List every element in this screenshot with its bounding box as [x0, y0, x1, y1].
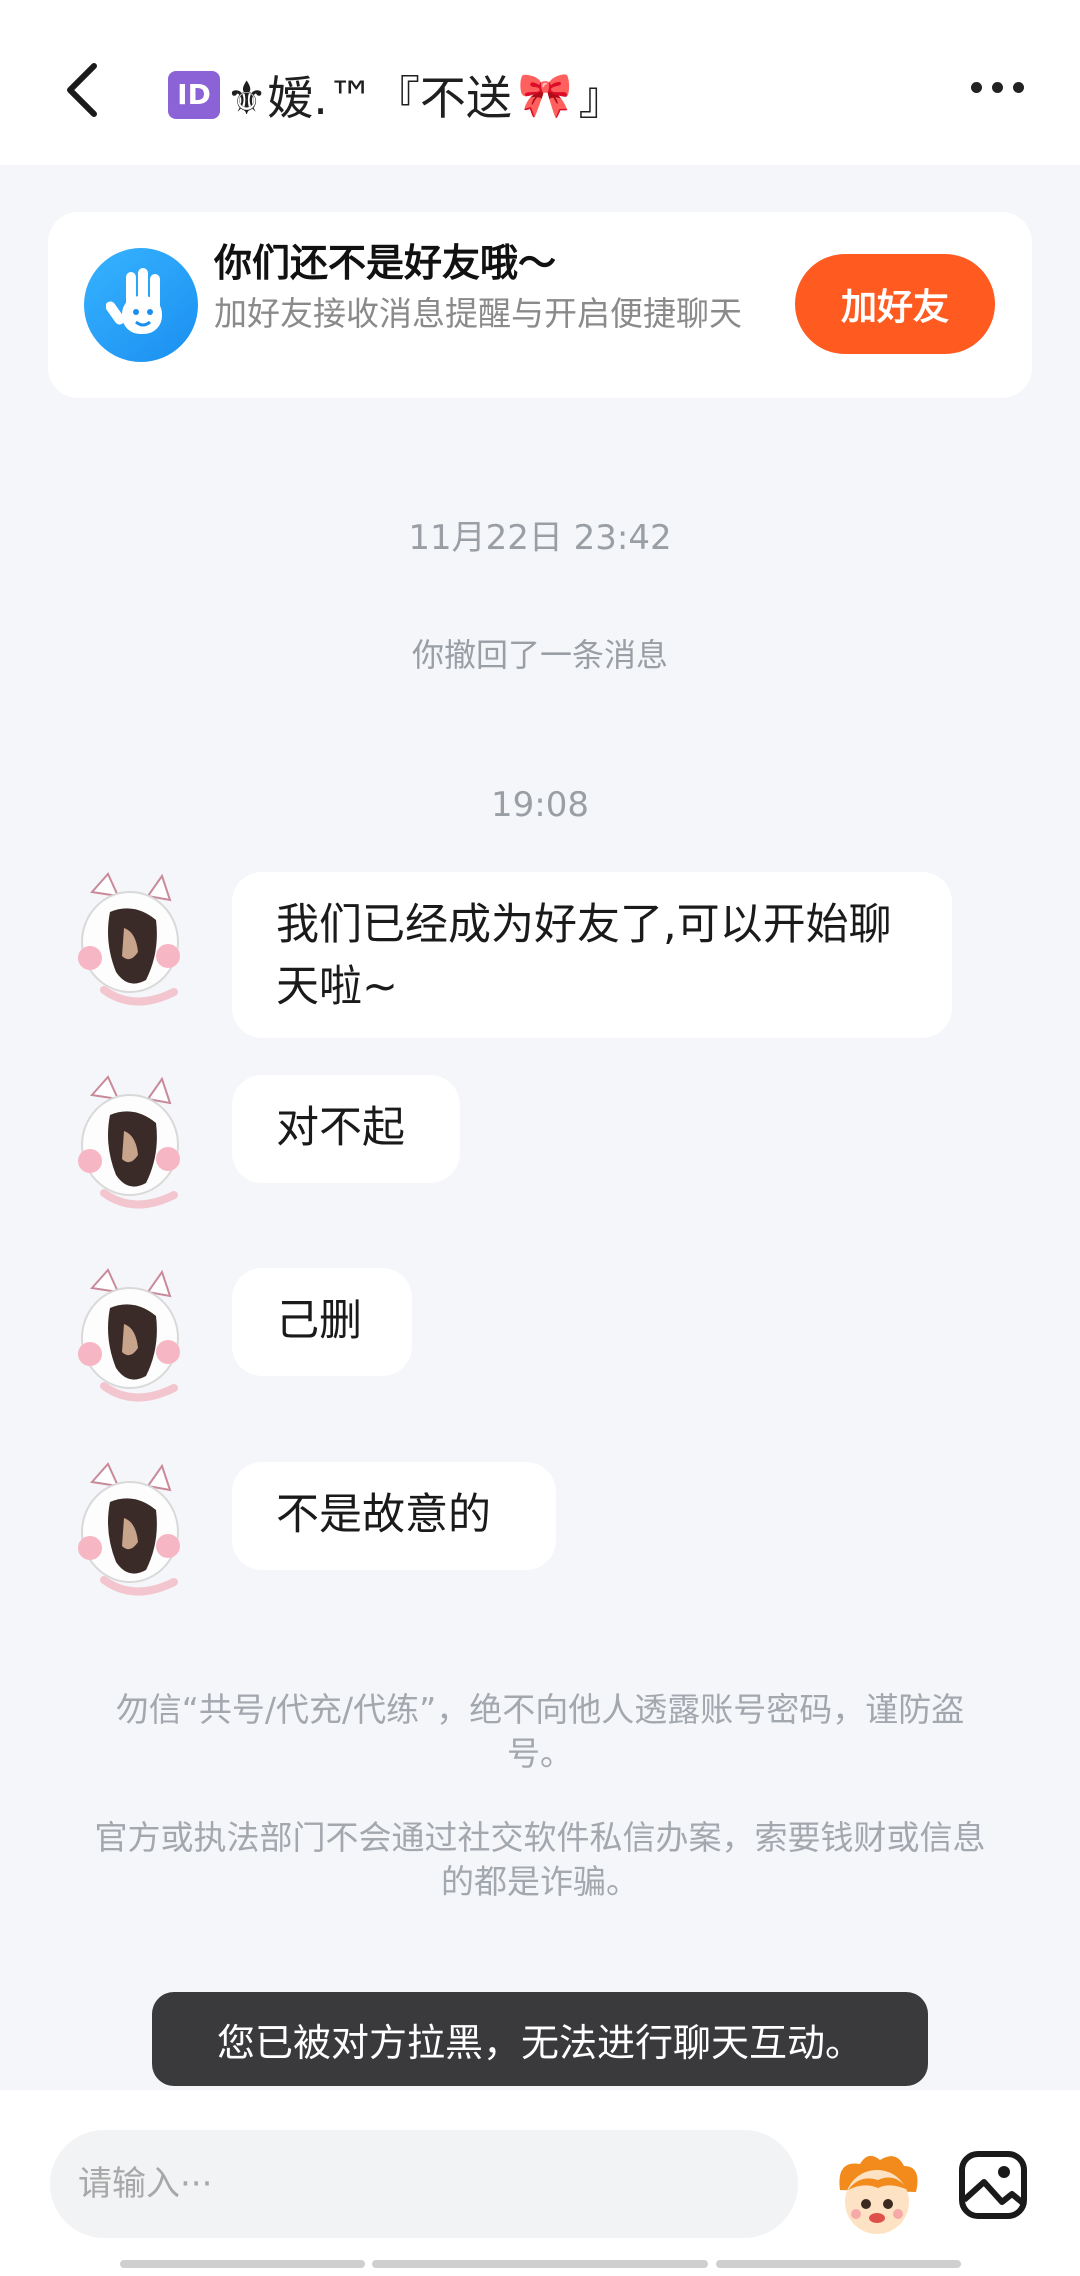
avatar[interactable]: [64, 872, 196, 1012]
image-icon[interactable]: [958, 2150, 1028, 2220]
back-button[interactable]: [60, 60, 104, 120]
more-button[interactable]: [971, 82, 1024, 93]
message-input[interactable]: [50, 2130, 798, 2238]
more-dots-icon: [971, 82, 982, 93]
contact-name-suffix: 』: [578, 71, 625, 125]
home-indicator: [120, 2260, 365, 2268]
message-bubble[interactable]: 己删: [232, 1268, 412, 1376]
chevron-left-icon: [67, 63, 97, 117]
contact-name: ⚜嫒.™『不送: [226, 71, 512, 125]
message-bubble[interactable]: 我们已经成为好友了,可以开始聊天啦~: [232, 872, 952, 1038]
avatar[interactable]: [64, 1462, 196, 1602]
message-bubble[interactable]: 对不起: [232, 1075, 460, 1183]
banner-subtitle: 加好友接收消息提醒与开启便捷聊天: [214, 294, 742, 333]
blocked-toast: 您已被对方拉黑，无法进行聊天互动。: [152, 1992, 928, 2086]
safety-notice: 勿信“共号/代充/代练”，绝不向他人透露账号密码，谨防盗号。: [115, 1690, 965, 1773]
message-bubble[interactable]: 不是故意的: [232, 1462, 556, 1570]
emoji-mascot-icon[interactable]: [830, 2146, 924, 2240]
bow-icon: 🎀: [517, 70, 573, 121]
avatar[interactable]: [64, 1075, 196, 1215]
home-indicator: [372, 2260, 708, 2268]
recall-notice: 你撤回了一条消息: [411, 636, 668, 674]
safety-notice: 官方或执法部门不会通过社交软件私信办案，索要钱财或信息的都是诈骗。: [94, 1818, 986, 1901]
timestamp: 19:08: [491, 785, 589, 825]
id-badge: ID: [168, 71, 220, 119]
add-friend-button[interactable]: 加好友: [795, 254, 995, 354]
home-indicator: [716, 2260, 961, 2268]
avatar[interactable]: [64, 1268, 196, 1408]
chat-title: ID ⚜嫒.™『不送 🎀 』: [168, 60, 625, 130]
hand-wave-icon: [84, 248, 198, 362]
timestamp: 11月22日 23:42: [408, 518, 672, 558]
banner-title: 你们还不是好友哦～: [214, 241, 557, 285]
